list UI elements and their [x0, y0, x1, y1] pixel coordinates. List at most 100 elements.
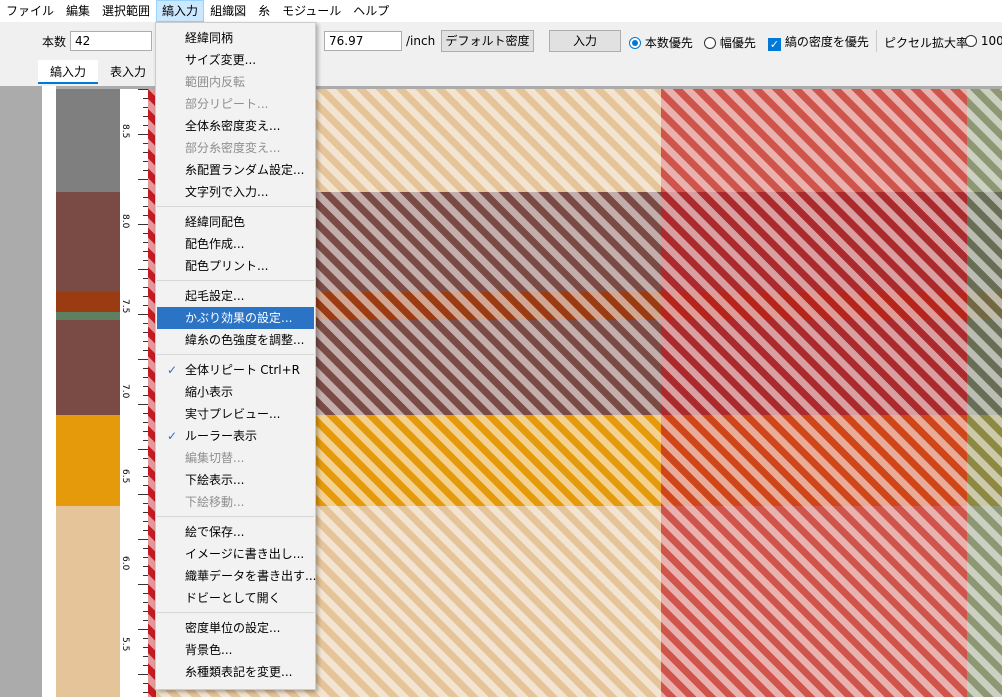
- menu-5[interactable]: 糸: [252, 0, 276, 22]
- menu-item-shortcut: Ctrl+R: [260, 363, 300, 377]
- tab-bar: 縞入力 表入力: [0, 58, 1002, 86]
- checkmark-icon: ✓: [768, 38, 781, 51]
- menu-item-label: 経緯同配色: [185, 215, 246, 229]
- menu-separator: [157, 354, 314, 355]
- menu-item-label: 編集切替...: [185, 451, 245, 465]
- pixel-zoom-option: 100: [980, 34, 1002, 48]
- menu-0[interactable]: ファイル: [0, 0, 60, 22]
- ruler-tick: [138, 539, 148, 540]
- menu-item[interactable]: 文字列で入力...: [157, 181, 314, 203]
- weft-color-strip[interactable]: [56, 89, 120, 697]
- ruler-tick: [138, 404, 148, 405]
- menu-item[interactable]: 起毛設定...: [157, 285, 314, 307]
- keep-density-label: 縞の密度を優先: [784, 35, 869, 49]
- menu-bar: ファイル 編集 選択範囲 縞入力 組織図糸モジュール ヘルプ: [0, 0, 1002, 22]
- radio-unselected-icon: [704, 37, 716, 49]
- count-priority-radio[interactable]: 本数優先: [629, 34, 693, 51]
- menu-item-label: かぶり効果の設定...: [185, 311, 293, 325]
- menu-item-label: 実寸プレビュー...: [185, 407, 281, 421]
- menu-item[interactable]: 背景色...: [157, 639, 314, 661]
- menu-6[interactable]: モジュール: [276, 0, 347, 22]
- menu-item[interactable]: 糸配置ランダム設定...: [157, 159, 314, 181]
- menu-item-label: 全体糸密度変え...: [185, 119, 281, 133]
- menu-4[interactable]: 組織図: [204, 0, 252, 22]
- keep-density-checkbox[interactable]: ✓ 縞の密度を優先: [768, 33, 869, 51]
- checkmark-icon: ✓: [167, 363, 178, 377]
- ruler-label: 5.5: [120, 637, 130, 652]
- menu-item[interactable]: サイズ変更...: [157, 49, 314, 71]
- stripe-input-menu: 経緯同柄 サイズ変更... 範囲内反転 部分リピート... 全体糸密度変え... 部分糸密…: [155, 22, 316, 690]
- menu-separator: [157, 612, 314, 613]
- checkmark-icon: ✓: [167, 429, 178, 443]
- menu-item: 範囲内反転: [157, 71, 314, 93]
- density-input[interactable]: 76.97: [324, 31, 402, 51]
- pixel-zoom-label: ピクセル拡大率: [884, 36, 969, 50]
- default-density-button[interactable]: デフォルト密度: [441, 30, 534, 52]
- menu-item-label: 背景色...: [185, 643, 233, 657]
- count-label: 本数: [42, 35, 67, 49]
- menu-1[interactable]: 編集: [60, 0, 96, 22]
- menu-item-label: ルーラー表示: [185, 429, 258, 443]
- menu-item[interactable]: 配色プリント...: [157, 255, 314, 277]
- menu-item-label: 文字列で入力...: [185, 185, 269, 199]
- menu-item-label: 下絵移動...: [185, 495, 245, 509]
- menu-item[interactable]: 密度単位の設定...: [157, 617, 314, 639]
- ruler-tick: [138, 359, 148, 360]
- menu-item-label: 糸配置ランダム設定...: [185, 163, 305, 177]
- menu-item-label: イメージに書き出し...: [185, 547, 305, 561]
- weft-band-beige: [56, 506, 120, 697]
- menu-separator: [157, 280, 314, 281]
- menu-item-label: ドビーとして開く: [185, 591, 281, 605]
- menu-item: 部分リピート...: [157, 93, 314, 115]
- menu-item-label: 配色作成...: [185, 237, 245, 251]
- pixel-zoom-radio[interactable]: 100: [965, 34, 1002, 48]
- menu-item: 部分糸密度変え...: [157, 137, 314, 159]
- menu-item[interactable]: 配色作成...: [157, 233, 314, 255]
- menu-item-label: 絵で保存...: [185, 525, 245, 539]
- menu-separator: [157, 516, 314, 517]
- input-button[interactable]: 入力: [549, 30, 621, 52]
- ruler-tick: [138, 584, 148, 585]
- menu-item-label: 配色プリント...: [185, 259, 269, 273]
- tab-stripe-input[interactable]: 縞入力: [38, 60, 99, 84]
- radio-unselected-icon: [965, 35, 977, 47]
- menu-item: 編集切替...: [157, 447, 314, 469]
- menu-item[interactable]: 緯糸の色強度を調整...: [157, 329, 314, 351]
- weft-band-rust: [56, 292, 120, 312]
- menu-item[interactable]: ドビーとして開く: [157, 587, 314, 609]
- menu-item-label: 縮小表示: [185, 385, 234, 399]
- menu-item[interactable]: 縮小表示: [157, 381, 314, 403]
- ruler-tick: [138, 134, 148, 135]
- menu-item-label: 全体リピート: [185, 363, 258, 377]
- ruler-tick: [138, 494, 148, 495]
- menu-item[interactable]: 下絵表示...: [157, 469, 314, 491]
- toolbar: 本数 42 76.97 /inch デフォルト密度 入力 本数優先 幅優先 ✓ …: [0, 22, 1002, 58]
- weft-band-brown: [56, 192, 120, 292]
- menu-item[interactable]: かぶり効果の設定...: [157, 307, 314, 329]
- menu-item[interactable]: 実寸プレビュー...: [157, 403, 314, 425]
- menu-item[interactable]: イメージに書き出し...: [157, 543, 314, 565]
- menu-7[interactable]: ヘルプ: [347, 0, 395, 22]
- tab-table-input[interactable]: 表入力: [98, 60, 158, 84]
- menu-item[interactable]: 糸種類表記を変更...: [157, 661, 314, 683]
- menu-item[interactable]: 経緯同配色: [157, 211, 314, 233]
- count-input[interactable]: 42: [70, 31, 152, 51]
- width-priority-radio[interactable]: 幅優先: [704, 34, 756, 51]
- menu-item[interactable]: ✓ 全体リピート Ctrl+R: [157, 359, 314, 381]
- ruler-tick: [138, 629, 148, 630]
- menu-3[interactable]: 縞入力: [156, 0, 205, 22]
- menu-item[interactable]: 織華データを書き出す...: [157, 565, 316, 587]
- ruler-label: 6.5: [120, 469, 130, 484]
- menu-item-label: 糸種類表記を変更...: [185, 665, 293, 679]
- menu-item[interactable]: 絵で保存...: [157, 521, 314, 543]
- menu-item: 下絵移動...: [157, 491, 314, 513]
- weft-band-gray: [56, 89, 120, 192]
- menu-item[interactable]: ✓ ルーラー表示: [157, 425, 314, 447]
- menu-item-label: 下絵表示...: [185, 473, 245, 487]
- menu-item[interactable]: 経緯同柄: [157, 27, 314, 49]
- menu-item-label: 起毛設定...: [185, 289, 245, 303]
- menu-2[interactable]: 選択範囲: [96, 0, 156, 22]
- vertical-ruler: 8.5 8.0 7.5 7.0 6.5 6.0 5.5: [120, 89, 148, 697]
- radio-selected-icon: [629, 37, 641, 49]
- menu-item[interactable]: 全体糸密度変え...: [157, 115, 314, 137]
